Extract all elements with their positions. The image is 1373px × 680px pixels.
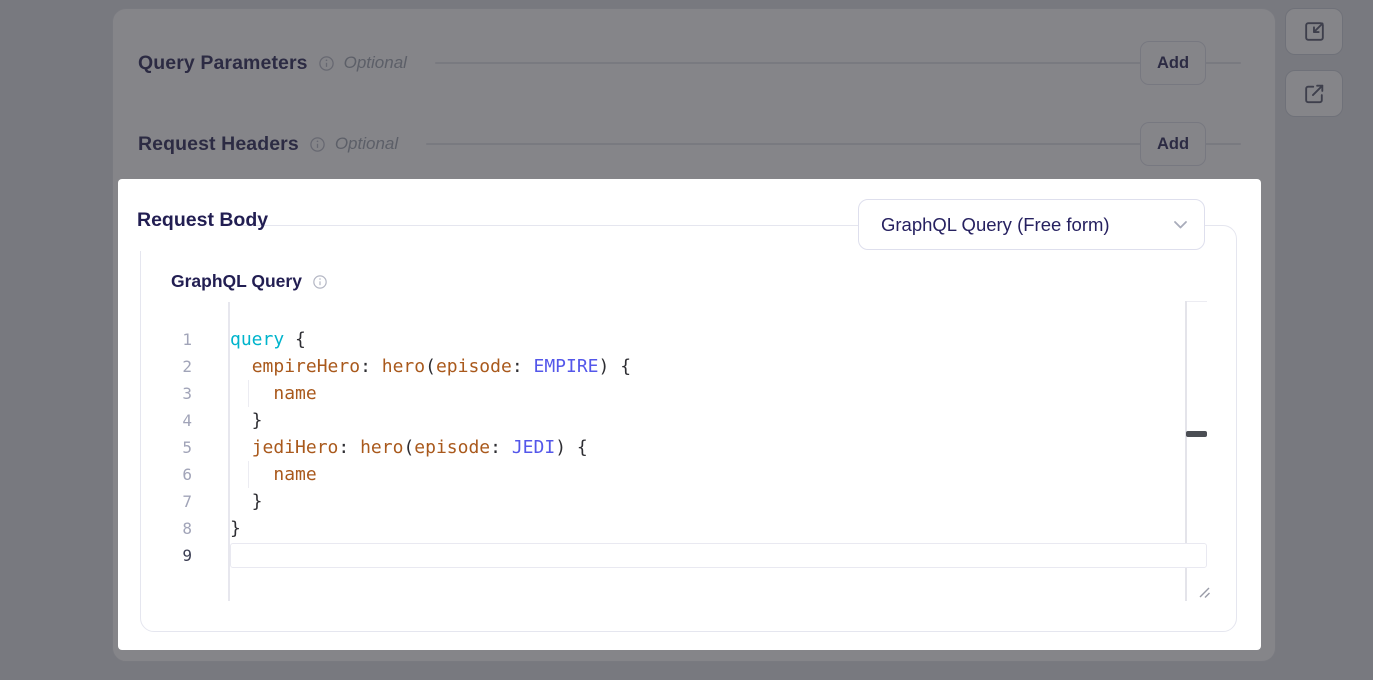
code-line: name xyxy=(230,461,631,488)
request-body-title: Request Body xyxy=(137,209,268,232)
resize-grip-icon xyxy=(1196,584,1212,600)
line-number: 9 xyxy=(162,542,192,569)
graphql-query-label-row: GraphQL Query xyxy=(171,271,327,292)
resize-handle[interactable] xyxy=(1196,584,1212,600)
scrollbar-thumb[interactable] xyxy=(1186,431,1207,437)
code-line: jediHero: hero(episode: JEDI) { xyxy=(230,434,631,461)
code-line: name xyxy=(230,380,631,407)
line-number: 2 xyxy=(162,353,192,380)
line-number: 1 xyxy=(162,326,192,353)
code-line: empireHero: hero(episode: EMPIRE) { xyxy=(230,353,631,380)
body-type-select[interactable]: GraphQL Query (Free form) xyxy=(858,199,1205,250)
code-line: } xyxy=(230,407,631,434)
line-number: 7 xyxy=(162,488,192,515)
chevron-down-icon xyxy=(1173,220,1188,230)
line-number: 4 xyxy=(162,407,192,434)
body-type-select-value: GraphQL Query (Free form) xyxy=(881,214,1110,236)
request-body-panel: Request Body GraphQL Query (Free form) G… xyxy=(118,179,1261,650)
code-line xyxy=(230,542,631,569)
line-number: 3 xyxy=(162,380,192,407)
line-number: 6 xyxy=(162,461,192,488)
code-line: } xyxy=(230,515,631,542)
code-line: } xyxy=(230,488,631,515)
code-lines: query { empireHero: hero(episode: EMPIRE… xyxy=(230,326,631,569)
info-circle-icon[interactable] xyxy=(313,275,327,289)
line-number: 5 xyxy=(162,434,192,461)
graphql-query-label: GraphQL Query xyxy=(171,271,302,292)
code-line: query { xyxy=(230,326,631,353)
line-number-gutter: 123456789 xyxy=(162,326,192,569)
line-number: 8 xyxy=(162,515,192,542)
